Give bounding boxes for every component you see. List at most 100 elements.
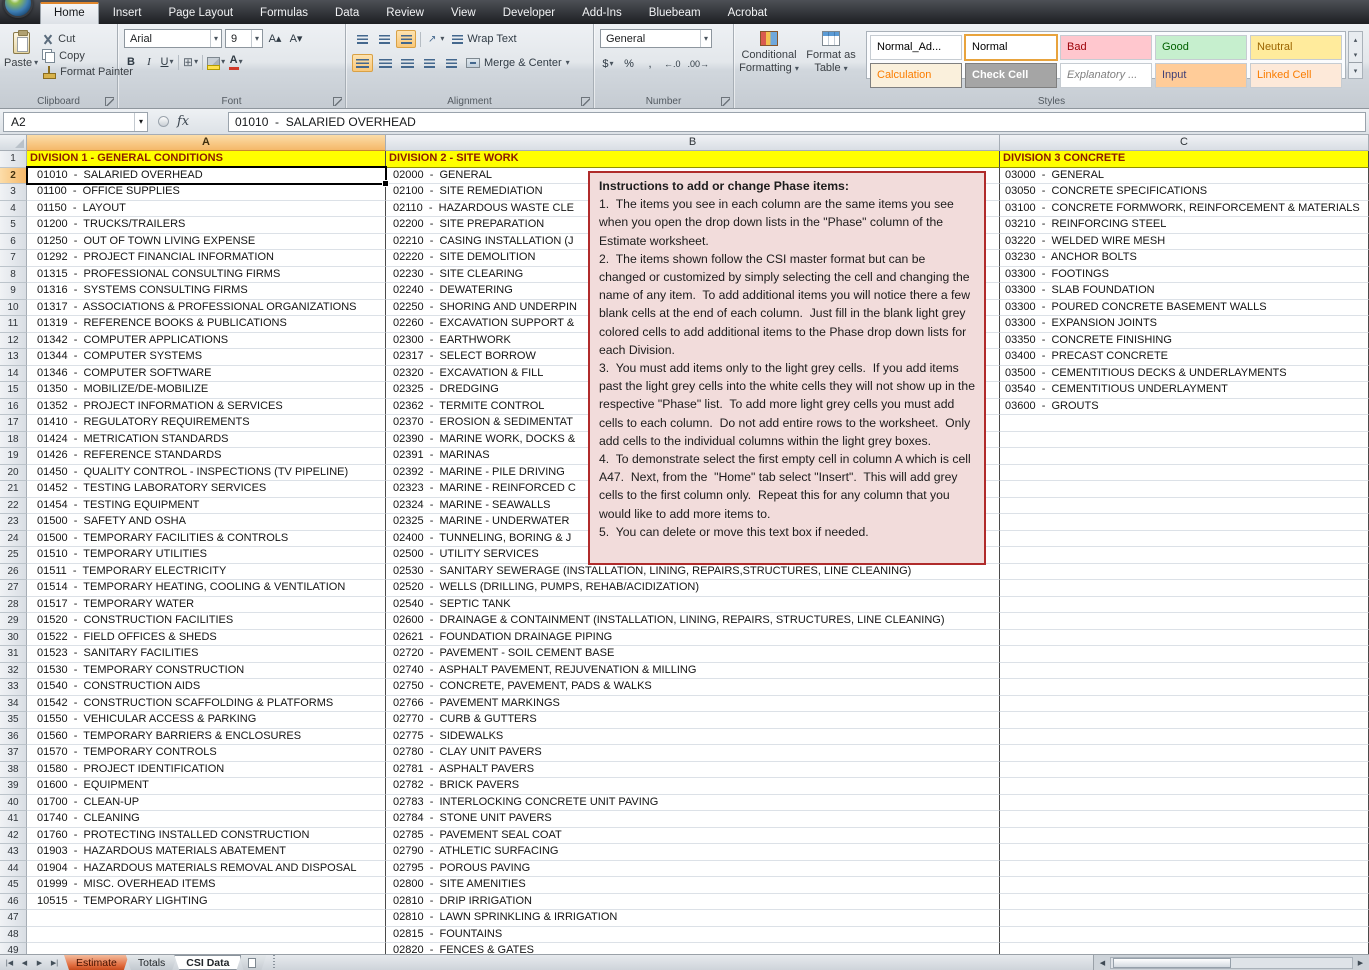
cell-C37[interactable] bbox=[1000, 745, 1369, 762]
cell-B43[interactable]: 02790 - ATHLETIC SURFACING bbox=[386, 844, 1000, 861]
cell-C23[interactable] bbox=[1000, 514, 1369, 531]
cell-C15[interactable]: 03540 - CEMENTITIOUS UNDERLAYMENT bbox=[1000, 382, 1369, 399]
cell-style-explanatory[interactable]: Explanatory ... bbox=[1060, 63, 1152, 88]
font-name-select[interactable]: Arial▾ bbox=[124, 29, 222, 48]
cell-B28[interactable]: 02540 - SEPTIC TANK bbox=[386, 597, 1000, 614]
cell-style-check-cell[interactable]: Check Cell bbox=[965, 63, 1057, 88]
row-header-27[interactable]: 27 bbox=[0, 580, 27, 597]
cell-C29[interactable] bbox=[1000, 613, 1369, 630]
cell-A26[interactable]: 01511 - TEMPORARY ELECTRICITY bbox=[27, 564, 386, 581]
cell-C19[interactable] bbox=[1000, 448, 1369, 465]
cell-B31[interactable]: 02720 - PAVEMENT - SOIL CEMENT BASE bbox=[386, 646, 1000, 663]
number-format-select[interactable]: General▾ bbox=[600, 29, 712, 48]
cell-C47[interactable] bbox=[1000, 910, 1369, 927]
cell-style-linked-cell[interactable]: Linked Cell bbox=[1250, 63, 1342, 88]
cell-C10[interactable]: 03300 - POURED CONCRETE BASEMENT WALLS bbox=[1000, 300, 1369, 317]
orientation-button[interactable]: ↗▾ bbox=[425, 30, 447, 48]
cell-A46[interactable]: 10515 - TEMPORARY LIGHTING bbox=[27, 894, 386, 911]
cell-B34[interactable]: 02766 - PAVEMENT MARKINGS bbox=[386, 696, 1000, 713]
cell-style-bad[interactable]: Bad bbox=[1060, 35, 1152, 60]
ribbon-tab-page-layout[interactable]: Page Layout bbox=[155, 3, 246, 24]
row-header-25[interactable]: 25 bbox=[0, 547, 27, 564]
align-center-button[interactable] bbox=[375, 54, 395, 72]
first-sheet-button[interactable]: |◀ bbox=[3, 959, 16, 967]
row-header-49[interactable]: 49 bbox=[0, 943, 27, 954]
name-box[interactable]: A2▾ bbox=[3, 112, 148, 132]
row-header-35[interactable]: 35 bbox=[0, 712, 27, 729]
previous-sheet-button[interactable]: ◀ bbox=[18, 959, 31, 967]
ribbon-tab-home[interactable]: Home bbox=[40, 2, 99, 24]
cell-A31[interactable]: 01523 - SANITARY FACILITIES bbox=[27, 646, 386, 663]
cell-C9[interactable]: 03300 - SLAB FOUNDATION bbox=[1000, 283, 1369, 300]
cell-B46[interactable]: 02810 - DRIP IRRIGATION bbox=[386, 894, 1000, 911]
last-sheet-button[interactable]: ▶| bbox=[48, 959, 61, 967]
cell-style-input[interactable]: Input bbox=[1155, 63, 1247, 88]
cell-C22[interactable] bbox=[1000, 498, 1369, 515]
scrollbar-thumb[interactable] bbox=[1113, 958, 1231, 968]
next-sheet-button[interactable]: ▶ bbox=[33, 959, 46, 967]
row-header-45[interactable]: 45 bbox=[0, 877, 27, 894]
cell-B37[interactable]: 02780 - CLAY UNIT PAVERS bbox=[386, 745, 1000, 762]
cell-C6[interactable]: 03220 - WELDED WIRE MESH bbox=[1000, 234, 1369, 251]
insert-function-button[interactable]: fx bbox=[148, 114, 228, 129]
cell-C14[interactable]: 03500 - CEMENTITIOUS DECKS & UNDERLAYMEN… bbox=[1000, 366, 1369, 383]
cell-C8[interactable]: 03300 - FOOTINGS bbox=[1000, 267, 1369, 284]
alignment-dialog-launcher-icon[interactable] bbox=[581, 97, 590, 106]
cell-A48[interactable] bbox=[27, 927, 386, 944]
cell-A16[interactable]: 01352 - PROJECT INFORMATION & SERVICES bbox=[27, 399, 386, 416]
cell-A3[interactable]: 01100 - OFFICE SUPPLIES bbox=[27, 184, 386, 201]
increase-decimal-button[interactable]: ←.0 bbox=[662, 55, 683, 73]
cell-A37[interactable]: 01570 - TEMPORARY CONTROLS bbox=[27, 745, 386, 762]
cell-B44[interactable]: 02795 - POROUS PAVING bbox=[386, 861, 1000, 878]
align-top-button[interactable] bbox=[352, 30, 372, 48]
cell-C17[interactable] bbox=[1000, 415, 1369, 432]
cell-C35[interactable] bbox=[1000, 712, 1369, 729]
row-header-34[interactable]: 34 bbox=[0, 696, 27, 713]
sheet-tab-csi-data[interactable]: CSI Data bbox=[174, 955, 241, 970]
cell-A45[interactable]: 01999 - MISC. OVERHEAD ITEMS bbox=[27, 877, 386, 894]
office-button[interactable] bbox=[3, 0, 33, 18]
cell-B29[interactable]: 02600 - DRAINAGE & CONTAINMENT (INSTALLA… bbox=[386, 613, 1000, 630]
cell-A17[interactable]: 01410 - REGULATORY REQUIREMENTS bbox=[27, 415, 386, 432]
percent-style-button[interactable]: % bbox=[620, 55, 638, 73]
ribbon-tab-bluebeam[interactable]: Bluebeam bbox=[636, 3, 714, 24]
format-as-table-button[interactable]: Format as Table ▾ bbox=[800, 27, 862, 94]
insert-worksheet-button[interactable] bbox=[238, 955, 266, 970]
font-size-select[interactable]: 9▾ bbox=[225, 29, 263, 48]
cell-A7[interactable]: 01292 - PROJECT FINANCIAL INFORMATION bbox=[27, 250, 386, 267]
cell-A25[interactable]: 01510 - TEMPORARY UTILITIES bbox=[27, 547, 386, 564]
row-header-7[interactable]: 7 bbox=[0, 250, 27, 267]
cell-B33[interactable]: 02750 - CONCRETE, PAVEMENT, PADS & WALKS bbox=[386, 679, 1000, 696]
cell-B30[interactable]: 02621 - FOUNDATION DRAINAGE PIPING bbox=[386, 630, 1000, 647]
row-header-2[interactable]: 2 bbox=[0, 168, 27, 185]
row-header-21[interactable]: 21 bbox=[0, 481, 27, 498]
row-header-3[interactable]: 3 bbox=[0, 184, 27, 201]
scroll-left-button[interactable]: ◀ bbox=[1095, 959, 1110, 967]
cell-C33[interactable] bbox=[1000, 679, 1369, 696]
cell-A30[interactable]: 01522 - FIELD OFFICES & SHEDS bbox=[27, 630, 386, 647]
row-header-12[interactable]: 12 bbox=[0, 333, 27, 350]
cell-A1[interactable]: DIVISION 1 - GENERAL CONDITIONS bbox=[27, 151, 386, 168]
cell-C11[interactable]: 03300 - EXPANSION JOINTS bbox=[1000, 316, 1369, 333]
cell-C26[interactable] bbox=[1000, 564, 1369, 581]
cell-A49[interactable] bbox=[27, 943, 386, 954]
gallery-down-button[interactable]: ▾ bbox=[1349, 47, 1362, 62]
row-header-22[interactable]: 22 bbox=[0, 498, 27, 515]
ribbon-tab-insert[interactable]: Insert bbox=[100, 3, 155, 24]
row-header-11[interactable]: 11 bbox=[0, 316, 27, 333]
tab-split-handle[interactable] bbox=[270, 955, 277, 970]
cell-A23[interactable]: 01500 - SAFETY AND OSHA bbox=[27, 514, 386, 531]
cell-B47[interactable]: 02810 - LAWN SPRINKLING & IRRIGATION bbox=[386, 910, 1000, 927]
font-dialog-launcher-icon[interactable] bbox=[333, 97, 342, 106]
horizontal-scrollbar[interactable]: ◀ ▶ bbox=[1093, 955, 1369, 970]
cell-C46[interactable] bbox=[1000, 894, 1369, 911]
ribbon-tab-view[interactable]: View bbox=[438, 3, 489, 24]
row-header-8[interactable]: 8 bbox=[0, 267, 27, 284]
row-header-30[interactable]: 30 bbox=[0, 630, 27, 647]
cell-C34[interactable] bbox=[1000, 696, 1369, 713]
cell-A41[interactable]: 01740 - CLEANING bbox=[27, 811, 386, 828]
cell-B27[interactable]: 02520 - WELLS (DRILLING, PUMPS, REHAB/AC… bbox=[386, 580, 1000, 597]
cell-C13[interactable]: 03400 - PRECAST CONCRETE bbox=[1000, 349, 1369, 366]
cell-A39[interactable]: 01600 - EQUIPMENT bbox=[27, 778, 386, 795]
cell-C49[interactable] bbox=[1000, 943, 1369, 954]
